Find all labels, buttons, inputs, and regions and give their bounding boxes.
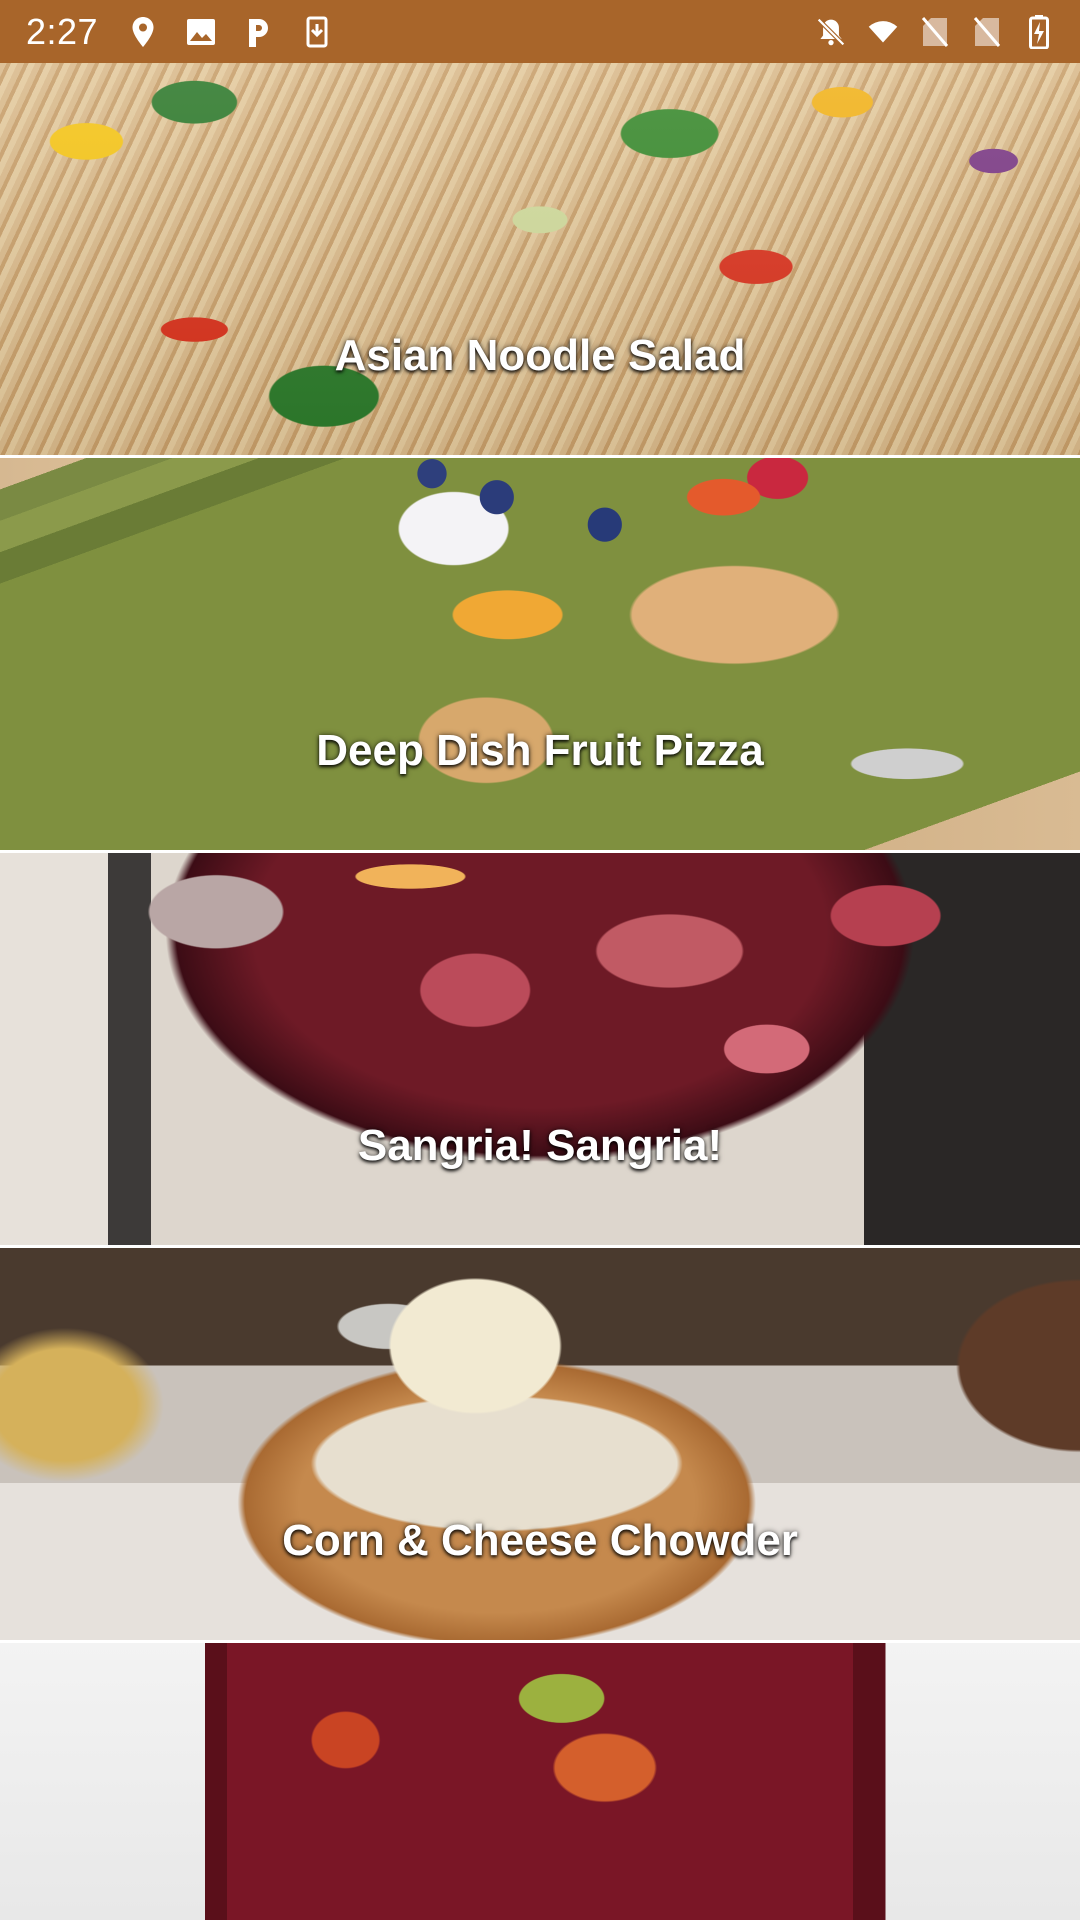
recipe-title: Sangria! Sangria!	[357, 1121, 723, 1170]
recipe-card[interactable]	[0, 1643, 1080, 1920]
notifications-off-icon	[816, 15, 846, 49]
recipe-list[interactable]: Asian Noodle Salad Deep Dish Fruit Pizza…	[0, 63, 1080, 1920]
sangria-glass-photo	[0, 1643, 1080, 1920]
recipe-card[interactable]: Deep Dish Fruit Pizza	[0, 458, 1080, 850]
recipe-title: Corn & Cheese Chowder	[282, 1516, 798, 1565]
parking-icon	[244, 15, 274, 49]
no-sim-icon	[920, 15, 950, 49]
status-right-icons	[816, 14, 1054, 49]
download-icon	[302, 15, 332, 49]
recipe-card[interactable]: Asian Noodle Salad	[0, 63, 1080, 455]
recipe-card[interactable]: Corn & Cheese Chowder	[0, 1248, 1080, 1640]
no-sim-icon	[972, 15, 1002, 49]
status-left-icons	[128, 15, 332, 49]
fruit-pizza-photo	[0, 458, 1080, 850]
status-bar: 2:27	[0, 0, 1080, 63]
chowder-bread-bowl-photo	[0, 1248, 1080, 1640]
recipe-title: Deep Dish Fruit Pizza	[316, 726, 764, 775]
sangria-bowl-photo	[0, 853, 1080, 1245]
image-icon	[186, 15, 216, 49]
recipe-title: Asian Noodle Salad	[334, 331, 746, 380]
status-time: 2:27	[26, 10, 99, 52]
battery-charging-icon	[1024, 14, 1054, 49]
noodle-salad-photo	[0, 63, 1080, 455]
wifi-icon	[868, 15, 898, 49]
recipe-card[interactable]: Sangria! Sangria!	[0, 853, 1080, 1245]
location-icon	[128, 15, 158, 49]
